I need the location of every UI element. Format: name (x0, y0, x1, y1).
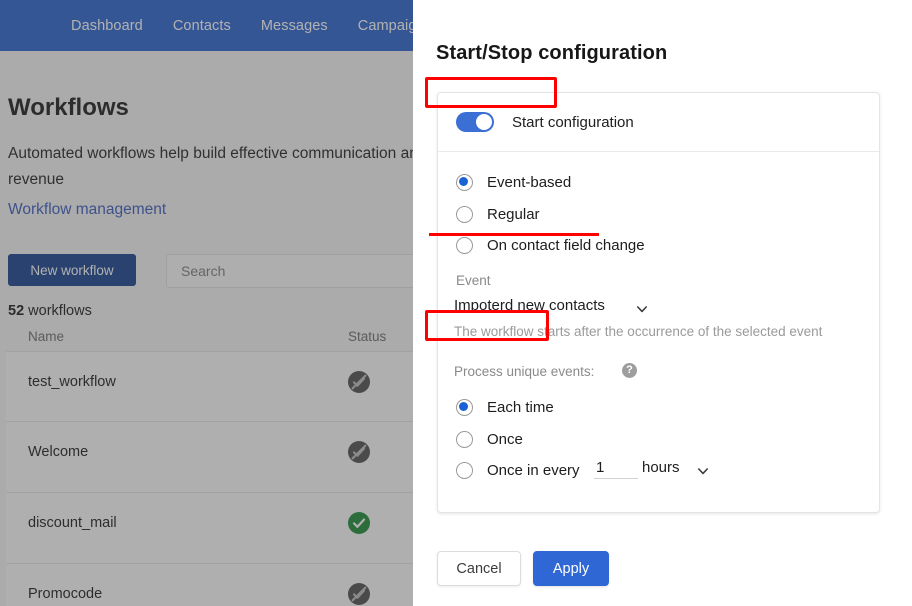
radio-label: Regular (487, 205, 540, 223)
event-field-label: Event (456, 273, 491, 288)
chevron-down-icon[interactable] (636, 302, 648, 314)
interval-value-input[interactable] (594, 457, 638, 479)
radio-label: Once (487, 430, 523, 448)
nav-item-contacts[interactable]: Contacts (173, 18, 231, 34)
radio-each-time[interactable]: Each time (456, 395, 554, 419)
workflow-management-link[interactable]: Workflow management (8, 201, 166, 219)
apply-button[interactable]: Apply (533, 551, 609, 586)
radio-label: Each time (487, 398, 554, 416)
event-field-hint: The workflow starts after the occurrence… (454, 324, 823, 339)
panel-footer: Cancel Apply (437, 551, 609, 586)
radio-button-icon[interactable] (456, 173, 473, 191)
radio-once[interactable]: Once (456, 427, 523, 451)
chevron-down-icon[interactable] (697, 464, 709, 476)
status-badge (348, 512, 370, 534)
radio-button-icon[interactable] (456, 236, 473, 254)
page-title: Workflows (8, 94, 129, 121)
radio-button-icon[interactable] (456, 398, 473, 416)
nav-links: Dashboard Contacts Messages Campaigns (71, 18, 432, 34)
status-badge (348, 371, 370, 393)
process-unique-events-label: Process unique events: (454, 364, 595, 379)
radio-event-based[interactable]: Event-based (456, 170, 571, 194)
radio-regular[interactable]: Regular (456, 202, 540, 226)
start-stop-configuration-panel: Start/Stop configuration Start configura… (413, 0, 912, 606)
search-input-placeholder[interactable]: Search (181, 263, 225, 279)
radio-button-icon[interactable] (456, 430, 473, 448)
workflow-name: discount_mail (28, 515, 117, 531)
workflow-name: test_workflow (28, 374, 116, 390)
radio-once-in-every[interactable]: Once in every (456, 458, 580, 482)
workflow-count: 52 workflows (8, 303, 92, 319)
start-configuration-toggle[interactable] (456, 112, 494, 132)
status-badge (348, 583, 370, 605)
screen-root: Dashboard Contacts Messages Campaigns Wo… (0, 0, 912, 606)
new-workflow-button[interactable]: New workflow (8, 254, 136, 286)
workflow-name: Promocode (28, 586, 103, 602)
column-header-name: Name (28, 329, 65, 344)
column-header-status: Status (348, 329, 387, 344)
radio-label: On contact field change (487, 236, 645, 254)
radio-label: Once in every (487, 461, 580, 479)
interval-unit-value[interactable]: hours (642, 459, 680, 476)
status-inactive-icon (348, 441, 370, 463)
nav-item-messages[interactable]: Messages (261, 18, 328, 34)
help-icon[interactable]: ? (622, 363, 637, 378)
panel-title: Start/Stop configuration (436, 42, 668, 64)
workflow-name: Welcome (28, 444, 89, 460)
radio-button-icon[interactable] (456, 205, 473, 223)
nav-item-dashboard[interactable]: Dashboard (71, 18, 143, 34)
status-inactive-icon (348, 371, 370, 393)
toggle-knob (476, 114, 492, 130)
workflow-count-number: 52 (8, 303, 25, 319)
workflow-count-word: workflows (28, 303, 92, 319)
event-select-value[interactable]: Impoterd new contacts (454, 297, 605, 314)
start-configuration-label: Start configuration (512, 113, 634, 131)
status-inactive-icon (348, 583, 370, 605)
status-badge (348, 441, 370, 463)
radio-button-icon[interactable] (456, 461, 473, 479)
radio-on-contact-field-change[interactable]: On contact field change (456, 233, 645, 257)
cancel-button[interactable]: Cancel (437, 551, 521, 586)
status-active-icon (348, 512, 370, 534)
configuration-card: Start configuration Event-based Regular … (437, 92, 880, 513)
radio-label: Event-based (487, 173, 572, 191)
start-configuration-header: Start configuration (438, 93, 879, 152)
